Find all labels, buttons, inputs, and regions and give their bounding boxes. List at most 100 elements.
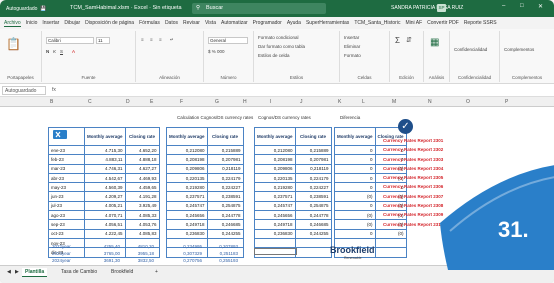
month-cell[interactable]: mar-23 [48, 163, 85, 174]
value-cell[interactable]: 0,220135 [254, 172, 296, 184]
menu-item[interactable]: Fórmulas [139, 20, 160, 26]
font-size-select[interactable]: 11 [96, 37, 110, 44]
value-cell[interactable] [294, 247, 332, 258]
value-cell[interactable]: 0,224227 [206, 182, 244, 193]
report-link[interactable]: Currency Rates Report 2302 [383, 145, 443, 154]
value-cell[interactable]: 0,236830 [254, 228, 296, 239]
value-cell[interactable]: 0,218119 [206, 163, 244, 174]
wrap-text-icon[interactable]: ↵ [170, 37, 174, 43]
value-cell[interactable]: 0,244255 [294, 228, 332, 239]
month-cell[interactable]: ene-23 [48, 144, 85, 156]
column-header[interactable]: O [466, 99, 470, 105]
summary-cell[interactable]: 0,255193 [202, 258, 238, 263]
value-cell[interactable]: 0,249718 [254, 219, 296, 230]
analyze-data-icon[interactable]: ▦ [430, 37, 439, 48]
minimize-icon[interactable]: – [502, 3, 505, 9]
value-cell[interactable]: (0) [334, 191, 376, 202]
menu-item[interactable]: Archivo [4, 20, 21, 27]
value-cell[interactable]: 4.085,33 [124, 210, 160, 221]
tab-plantilla[interactable]: Plantilla [22, 268, 48, 277]
value-cell[interactable]: 0,238591 [294, 191, 332, 202]
autosum-icon[interactable]: Σ [395, 36, 400, 45]
month-cell[interactable]: abr-23 [48, 172, 85, 184]
paste-icon[interactable]: 📋 [6, 37, 21, 51]
value-cell[interactable]: 4.209,27 [84, 191, 126, 202]
user-avatar[interactable]: SP [437, 4, 446, 12]
value-cell[interactable]: 0,207981 [294, 154, 332, 165]
value-cell[interactable]: 0,245747 [166, 200, 208, 212]
number-format-select[interactable]: General [208, 37, 248, 44]
report-link[interactable]: Currency Rates Report 2305 [383, 173, 443, 182]
value-cell[interactable]: 0 [334, 163, 376, 174]
column-header[interactable]: M [392, 99, 396, 105]
value-cell[interactable]: 4.627,27 [124, 163, 160, 174]
currency-icon[interactable]: $ % 000 [208, 49, 225, 54]
value-cell[interactable]: 0,219280 [254, 182, 296, 193]
summary-cell[interactable]: 2023year [52, 251, 86, 256]
value-cell[interactable]: 0,208198 [166, 154, 208, 165]
summary-cell[interactable]: 0,251183 [202, 251, 238, 256]
user-name[interactable]: SANDRA PATRICIA MESA RUIZ [391, 5, 463, 11]
summary-cell[interactable]: 3832,50 [120, 258, 154, 263]
report-link[interactable]: Currency Rates Report 2309 [383, 210, 443, 219]
font-name-select[interactable]: Calibri [46, 37, 94, 44]
add-sheet-button[interactable]: + [152, 268, 161, 277]
value-cell[interactable]: (0) [334, 219, 376, 230]
menu-item[interactable]: Revisar [183, 20, 200, 26]
sensitivity-button[interactable]: Confidencialidad [454, 47, 487, 52]
summary-cell[interactable]: 0,307329 [166, 251, 202, 256]
font-color-icon[interactable]: A [72, 49, 75, 54]
menu-item[interactable]: Inicio [26, 20, 38, 26]
month-cell[interactable]: ago-23 [48, 210, 85, 221]
value-cell[interactable]: 0,209806 [254, 163, 296, 174]
name-box[interactable]: Autoguardado [2, 86, 46, 95]
summary-cell[interactable]: 3955,18 [120, 251, 154, 256]
underline-icon[interactable]: S [60, 49, 63, 54]
column-heading[interactable]: Closing rate [206, 127, 244, 146]
column-heading[interactable] [48, 127, 85, 146]
report-link[interactable]: Currency Rates Report 2301 [383, 136, 443, 145]
column-header[interactable]: K [338, 99, 341, 105]
value-cell[interactable]: 4.560,39 [84, 182, 126, 193]
save-icon[interactable]: 💾 [40, 6, 46, 12]
month-cell[interactable]: jul-23 [48, 200, 85, 212]
next-sheet-icon[interactable]: ▶ [12, 268, 22, 277]
value-cell[interactable]: 0 [334, 154, 376, 165]
column-header[interactable]: B [50, 99, 53, 105]
value-cell[interactable]: (0) [334, 210, 376, 221]
value-cell[interactable]: 0,215889 [206, 144, 244, 156]
value-cell[interactable]: 0 [334, 228, 376, 239]
value-cell[interactable]: 4.191,28 [124, 191, 160, 202]
value-cell[interactable]: 0 [334, 182, 376, 193]
addins-button[interactable]: Complementos [504, 47, 534, 52]
column-heading[interactable]: Monthly average [334, 127, 376, 146]
month-cell[interactable]: oct-23 [48, 228, 85, 239]
value-cell[interactable]: 4.459,65 [124, 182, 160, 193]
tab-tasa-de-cambio[interactable]: Tasa de Cambio [58, 268, 100, 277]
align-left-icon[interactable]: ≡ [141, 37, 144, 42]
value-cell[interactable]: 0,212080 [166, 144, 208, 156]
value-cell[interactable]: 0,208198 [254, 154, 296, 165]
column-header[interactable]: L [362, 99, 365, 105]
month-cell[interactable]: may-23 [48, 182, 85, 193]
menu-item[interactable]: Mini AF [405, 20, 422, 26]
value-cell[interactable]: 4.053,76 [124, 219, 160, 230]
value-cell[interactable]: 0,224227 [294, 182, 332, 193]
autosave-label[interactable]: Autoguardado [6, 6, 37, 12]
report-link[interactable]: Currency Rates Report 2303 [383, 155, 443, 164]
summary-cell[interactable]: 2022year [52, 244, 86, 249]
summary-cell[interactable]: 0,234995 [166, 244, 202, 249]
menu-item[interactable]: Vista [205, 20, 216, 26]
column-heading[interactable]: Monthly average [166, 127, 208, 146]
bold-icon[interactable]: N [46, 49, 49, 54]
conditional-format-button[interactable]: Formato condicional [258, 35, 299, 40]
value-cell[interactable]: 0 [334, 144, 376, 156]
month-cell[interactable]: feb-23 [48, 154, 85, 165]
column-header[interactable]: H [243, 99, 247, 105]
column-header[interactable]: E [150, 99, 153, 105]
value-cell[interactable]: 0,246685 [206, 219, 244, 230]
value-cell[interactable]: 4.883,11 [84, 154, 126, 165]
value-cell[interactable]: 4.005,21 [84, 200, 126, 212]
report-link[interactable]: Currency Rates Report 2306 [383, 182, 443, 191]
close-icon[interactable]: ✕ [538, 3, 543, 10]
